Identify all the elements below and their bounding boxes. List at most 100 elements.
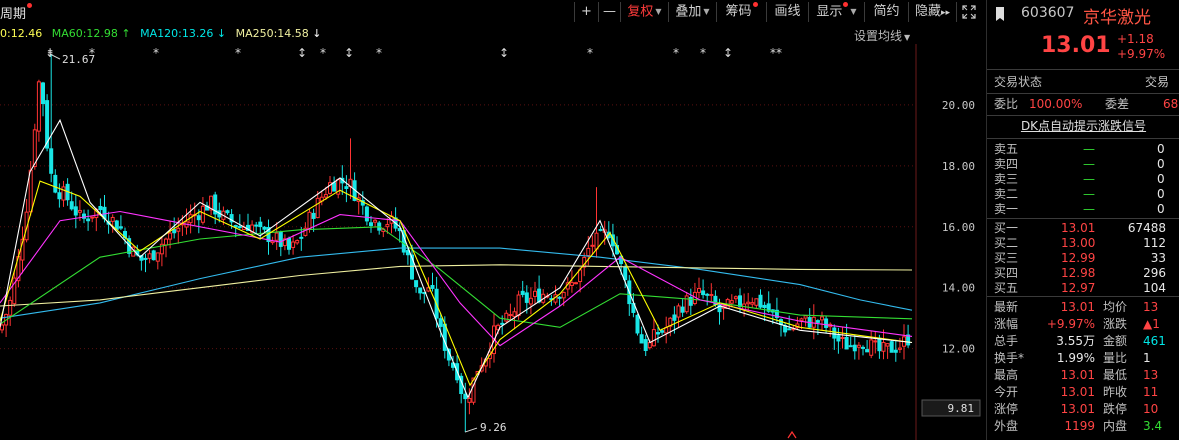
candle-up xyxy=(512,311,517,317)
ask-row: 卖二 — 0 xyxy=(987,187,1179,202)
ask-volume: 0 xyxy=(1157,187,1165,201)
draw-line-button[interactable]: 画线 xyxy=(766,2,808,22)
candle-up xyxy=(885,343,890,347)
stats-row: 换手* 1.99% 量比 1 xyxy=(987,351,1179,366)
candle-up xyxy=(561,291,566,299)
candle-down xyxy=(656,332,660,335)
candle-down xyxy=(705,293,710,296)
price-axis-label: 12.00 xyxy=(942,343,975,356)
candle-up xyxy=(467,398,472,403)
candle-down xyxy=(500,322,505,325)
candle-down xyxy=(758,294,763,308)
candle-down xyxy=(364,206,369,222)
ma-short-value: 0:12.46 xyxy=(0,27,43,40)
set-ma-button[interactable]: 设置均线 ▼ xyxy=(854,27,910,44)
divider xyxy=(987,218,1179,219)
price-axis-label: 20.00 xyxy=(942,99,975,112)
stat-label: 最低 xyxy=(1103,368,1128,382)
candle-down xyxy=(643,339,648,351)
simple-mode-button[interactable]: 简约 xyxy=(864,2,908,22)
candle-down xyxy=(69,201,74,210)
candle-down xyxy=(418,287,423,294)
candle-down xyxy=(49,148,54,174)
bid-price: 13.00 xyxy=(1061,236,1096,250)
bookmark-icon[interactable] xyxy=(995,6,1007,22)
candle-down xyxy=(98,206,103,211)
expand-arrows-icon: ▸▸ xyxy=(940,8,951,18)
divider xyxy=(987,69,1179,70)
ma-line-ma30 xyxy=(0,210,913,347)
high-annotation: 21.67 xyxy=(62,53,95,66)
candle-up xyxy=(274,232,279,241)
bid-volume: 296 xyxy=(1143,266,1166,280)
bid-label: 买二 xyxy=(994,236,1019,250)
candle-down xyxy=(86,218,91,222)
candle-down xyxy=(442,323,447,351)
restore-right-button[interactable]: 复权 ▼ xyxy=(620,2,668,22)
stat-value: 13 xyxy=(1143,368,1159,382)
stat-label: 换手* xyxy=(994,351,1025,365)
ask-label: 卖五 xyxy=(994,142,1019,156)
stats-row: 最新 13.01 均价 13 xyxy=(987,300,1179,315)
chips-button[interactable]: 筹码 xyxy=(716,2,766,22)
dk-signal-link[interactable]: DK点自动提示涨跌信号 xyxy=(987,119,1179,134)
candle-down xyxy=(537,288,542,303)
bid-row: 买三 12.99 33 xyxy=(987,251,1179,266)
signal-marker: ↕ xyxy=(723,46,733,60)
candle-down xyxy=(832,327,837,339)
display-button[interactable]: 显示 ▼ xyxy=(808,2,864,22)
ask-label: 卖三 xyxy=(994,172,1019,186)
candle-down xyxy=(41,82,45,105)
candle-down xyxy=(311,212,316,219)
period-selector[interactable]: 周期 xyxy=(0,3,33,22)
stat-value: 1199 xyxy=(1064,419,1095,433)
ask-volume: 0 xyxy=(1157,157,1165,171)
candle-up xyxy=(90,216,95,219)
candle-down xyxy=(233,225,238,228)
kline-chart[interactable]: 20.0018.0016.0014.0012.009.81⇟ * * * ↕ * ↕ * ↕ * *… xyxy=(0,44,985,440)
ask-price: — xyxy=(1083,157,1095,171)
candle-down xyxy=(889,341,894,353)
ask-row: 卖三 — 0 xyxy=(987,172,1179,187)
zoom-out-button[interactable]: — xyxy=(598,2,620,22)
candle-up xyxy=(164,238,168,246)
bid-row: 买五 12.97 104 xyxy=(987,281,1179,296)
candle-up xyxy=(586,247,591,257)
stat-label: 外盘 xyxy=(994,419,1019,433)
candle-up xyxy=(8,299,13,316)
stat-label: 涨停 xyxy=(994,402,1019,416)
stat-label: 今开 xyxy=(994,385,1019,399)
current-price: 13.01 xyxy=(1041,33,1111,58)
stat-label: 最新 xyxy=(994,300,1019,314)
stats-row: 今开 13.01 昨收 11 xyxy=(987,385,1179,400)
candle-down xyxy=(861,346,865,349)
fullscreen-icon[interactable] xyxy=(956,2,980,22)
ask-row: 卖四 — 0 xyxy=(987,157,1179,172)
zoom-in-button[interactable]: + xyxy=(574,2,598,22)
candle-down xyxy=(865,349,870,353)
candle-down xyxy=(254,224,259,227)
ma120-value: MA120:13.26 ↓ xyxy=(140,27,227,40)
candle-up xyxy=(270,240,275,244)
candle-up xyxy=(110,216,115,222)
bid-label: 买三 xyxy=(994,251,1019,265)
candle-up xyxy=(869,339,874,356)
candle-up xyxy=(803,315,808,319)
stat-label: 昨收 xyxy=(1103,385,1128,399)
candle-up xyxy=(291,241,296,248)
overlay-button[interactable]: 叠加 ▼ xyxy=(668,2,716,22)
candle-up xyxy=(574,282,578,285)
candle-down xyxy=(660,330,665,333)
candle-up xyxy=(820,316,824,321)
price-axis-label: 14.00 xyxy=(942,282,975,295)
candle-down xyxy=(463,393,468,400)
stat-value: 13.01 xyxy=(1060,402,1095,416)
candle-up xyxy=(799,318,804,322)
candle-up xyxy=(754,298,759,306)
divider xyxy=(987,115,1179,116)
ask-label: 卖四 xyxy=(994,157,1019,171)
candle-down xyxy=(430,284,435,289)
stock-code: 603607 xyxy=(1021,5,1075,21)
candle-down xyxy=(787,328,792,331)
hide-button[interactable]: 隐藏▸▸ xyxy=(908,2,956,22)
